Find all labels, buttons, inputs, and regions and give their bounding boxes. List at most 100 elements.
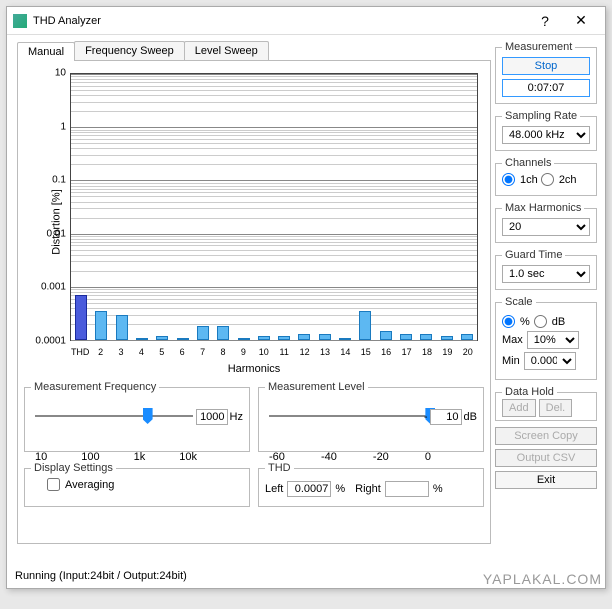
chart-xtick: 15: [361, 347, 371, 357]
scale-group: Scale % dB Max 10% Min 0.0001%: [495, 296, 597, 380]
averaging-checkbox[interactable]: [47, 478, 60, 491]
ch1-radio[interactable]: [502, 173, 515, 186]
chart-xtick: 6: [180, 347, 185, 357]
chart-bar: [400, 334, 412, 340]
scale-pct-label[interactable]: %: [502, 315, 530, 328]
chart-xtick: 11: [280, 347, 289, 357]
chart-xtick: THD: [71, 347, 90, 357]
chart-plot-area: [70, 73, 478, 341]
level-slider[interactable]: - dB: [265, 403, 477, 431]
max-harmonics-select[interactable]: 20: [502, 218, 590, 236]
scale-legend: Scale: [502, 296, 536, 308]
distortion-chart: Distortion [%] Harmonics 1010.10.010.001…: [24, 67, 484, 377]
freq-slider[interactable]: Hz: [31, 403, 243, 431]
display-settings-group: Display Settings Averaging: [24, 462, 250, 507]
chart-bar: [441, 336, 453, 340]
level-tick: -40: [321, 451, 337, 463]
thd-right-input[interactable]: [385, 481, 429, 497]
level-tick: 0: [425, 451, 431, 463]
data-hold-group: Data Hold Add Del.: [495, 386, 597, 421]
chart-bar: [238, 338, 250, 340]
ch1-radio-label[interactable]: 1ch: [502, 173, 538, 186]
scale-min-label: Min: [502, 355, 520, 367]
chart-xtick: 18: [422, 347, 432, 357]
chart-bar: [278, 336, 290, 340]
chart-bar: [197, 326, 209, 340]
chart-xlabel: Harmonics: [24, 363, 484, 375]
tab-bar: Manual Frequency Sweep Level Sweep: [17, 41, 491, 60]
chart-bar: [156, 336, 168, 340]
chart-ytick: 0.01: [47, 228, 66, 239]
del-button[interactable]: Del.: [539, 399, 573, 417]
chart-xtick: 12: [300, 347, 310, 357]
freq-slider-thumb[interactable]: [143, 408, 153, 424]
measurement-legend: Measurement: [502, 41, 575, 53]
measurement-level-group: Measurement Level - dB -60: [258, 381, 484, 452]
channels-group: Channels 1ch 2ch: [495, 157, 597, 196]
tab-level-sweep[interactable]: Level Sweep: [184, 41, 269, 60]
guard-legend: Guard Time: [502, 249, 565, 261]
chart-bar: [95, 311, 107, 340]
chart-bar: [461, 334, 473, 340]
chart-ytick: 1: [60, 121, 66, 132]
tab-manual[interactable]: Manual: [17, 42, 75, 61]
guard-time-select[interactable]: 1.0 sec: [502, 265, 590, 283]
chart-bar: [380, 331, 392, 340]
chart-bar: [258, 336, 270, 340]
level-unit: dB: [464, 411, 477, 423]
chart-xtick: 5: [159, 347, 164, 357]
scale-db-label[interactable]: dB: [534, 315, 565, 328]
freq-tick: 1k: [134, 451, 146, 463]
chart-xtick: 14: [340, 347, 350, 357]
freq-value-input[interactable]: [196, 409, 228, 425]
meas-freq-legend: Measurement Frequency: [31, 381, 159, 393]
chart-xtick: 7: [200, 347, 205, 357]
scale-min-select[interactable]: 0.0001%: [524, 352, 576, 370]
close-button[interactable]: ✕: [563, 12, 599, 29]
chart-bar: [319, 334, 331, 340]
tab-frequency-sweep[interactable]: Frequency Sweep: [74, 41, 185, 60]
tab-panel: Distortion [%] Harmonics 1010.10.010.001…: [17, 60, 491, 544]
averaging-checkbox-label[interactable]: Averaging: [47, 478, 114, 491]
thd-left-input[interactable]: [287, 481, 331, 497]
scale-max-label: Max: [502, 334, 523, 346]
chart-xtick: 17: [402, 347, 412, 357]
stop-button[interactable]: Stop: [502, 57, 590, 75]
level-tick: -20: [373, 451, 389, 463]
scale-pct-radio[interactable]: [502, 315, 515, 328]
display-legend: Display Settings: [31, 462, 116, 474]
guard-time-group: Guard Time 1.0 sec: [495, 249, 597, 290]
sampling-rate-select[interactable]: 48.000 kHz: [502, 126, 590, 144]
window-title: THD Analyzer: [33, 15, 527, 27]
averaging-text: Averaging: [65, 479, 114, 491]
ch2-radio-label[interactable]: 2ch: [541, 173, 577, 186]
chart-ytick: 0.0001: [35, 336, 66, 347]
watermark: YAPLAKAL.COM: [483, 571, 602, 587]
freq-tick: 100: [81, 451, 99, 463]
help-button[interactable]: ?: [527, 13, 563, 29]
sampling-rate-group: Sampling Rate 48.000 kHz: [495, 110, 597, 151]
chart-bar: [339, 338, 351, 340]
chart-bar: [359, 311, 371, 340]
chart-bar: [420, 334, 432, 340]
chart-ytick: 0.1: [52, 175, 66, 186]
output-csv-button[interactable]: Output CSV: [495, 449, 597, 467]
thd-group: THD Left % Right %: [258, 462, 484, 507]
add-button[interactable]: Add: [502, 399, 536, 417]
elapsed-time: 0:07:07: [502, 79, 590, 97]
level-value-input[interactable]: [430, 409, 462, 425]
screen-copy-button[interactable]: Screen Copy: [495, 427, 597, 445]
sampling-legend: Sampling Rate: [502, 110, 580, 122]
chart-bar: [116, 315, 128, 340]
chart-ylabel: Distortion [%]: [51, 189, 63, 254]
meas-level-legend: Measurement Level: [265, 381, 368, 393]
app-icon: [13, 14, 27, 28]
exit-button[interactable]: Exit: [495, 471, 597, 489]
chart-xtick: 8: [220, 347, 225, 357]
chart-xtick: 19: [442, 347, 452, 357]
freq-tick: 10k: [179, 451, 197, 463]
scale-max-select[interactable]: 10%: [527, 331, 579, 349]
scale-db-radio[interactable]: [534, 315, 547, 328]
ch2-radio[interactable]: [541, 173, 554, 186]
chart-bar: [136, 338, 148, 340]
